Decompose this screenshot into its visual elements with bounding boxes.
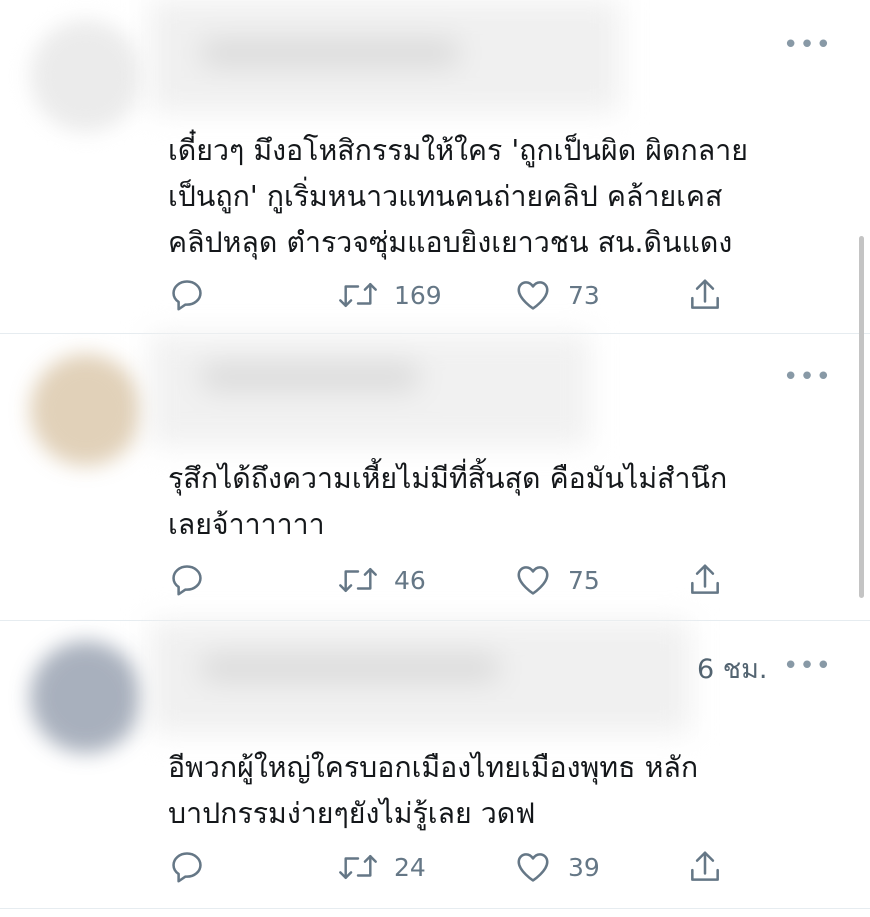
reply-icon (172, 280, 202, 311)
tweet-actions: 24 39 (168, 847, 748, 887)
like-button[interactable]: 75 (514, 560, 600, 600)
avatar[interactable] (30, 20, 142, 132)
tweet-text: อีพวกผู้ใหญ่ใครบอกเมืองไทยเมืองพุทธ หลัก… (168, 745, 838, 837)
avatar[interactable] (30, 641, 142, 753)
reply-tweet-2[interactable]: ••• รุสึกได้ถึงความเหี้ยไม่มีที่สิ้นสุด … (0, 334, 870, 620)
like-icon (517, 281, 549, 310)
reply-tweet-1[interactable]: ••• เดี๋ยวๆ มึงอโหสิกรรมให้ใคร 'ถูกเป็นผ… (0, 0, 870, 333)
share-icon (691, 279, 719, 309)
tweet-text-line: รุสึกได้ถึงความเหี้ยไม่มีที่สิ้นสุด คือม… (168, 462, 728, 495)
retweet-icon (339, 283, 377, 307)
tweet-text-line: บาปกรรมง่ายๆยังไม่รู้เลย วดฟ (168, 797, 536, 830)
reply-button[interactable] (168, 275, 206, 315)
share-button[interactable] (686, 847, 724, 887)
tweet-actions: 46 75 (168, 560, 748, 600)
tweet-actions: 169 73 (168, 275, 748, 315)
retweet-count: 46 (394, 565, 426, 595)
retweet-count: 24 (394, 852, 426, 882)
retweet-count: 169 (394, 280, 442, 310)
reply-tweet-3[interactable]: 6 ชม. ••• อีพวกผู้ใหญ่ใครบอกเมืองไทยเมือ… (0, 621, 870, 908)
like-count: 75 (568, 565, 600, 595)
share-icon (691, 851, 719, 881)
share-button[interactable] (686, 275, 724, 315)
like-count: 73 (568, 280, 600, 310)
reply-icon (172, 565, 202, 596)
retweet-button[interactable]: 46 (338, 560, 426, 600)
like-icon (517, 853, 549, 882)
retweet-icon (339, 855, 377, 880)
tweet-text-line: เป็นถูก' กูเริ่มหนาวแทนคนถ่ายคลิป คล้ายเ… (168, 180, 723, 213)
avatar[interactable] (30, 354, 142, 466)
tweet-text-line: เดี๋ยวๆ มึงอโหสิกรรมให้ใคร 'ถูกเป็นผิด ผ… (168, 134, 748, 167)
tweet-timestamp[interactable]: 6 ชม. (697, 647, 767, 690)
retweet-button[interactable]: 24 (338, 847, 426, 887)
tweet-text: เดี๋ยวๆ มึงอโหสิกรรมให้ใคร 'ถูกเป็นผิด ผ… (168, 128, 838, 266)
tweet-text-line: อีพวกผู้ใหญ่ใครบอกเมืองไทยเมืองพุทธ หลัก (168, 751, 699, 784)
tweet-text-line: เลยจ้าาาาาา (168, 508, 325, 541)
like-icon (517, 566, 549, 595)
like-button[interactable]: 73 (514, 275, 600, 315)
like-button[interactable]: 39 (514, 847, 600, 887)
divider (0, 908, 870, 909)
more-options-icon[interactable]: ••• (783, 653, 832, 679)
scrollbar[interactable] (859, 236, 864, 598)
author-header-blurred (150, 0, 620, 112)
author-header-blurred (150, 621, 690, 733)
share-icon (691, 564, 719, 594)
reply-icon (172, 852, 202, 883)
like-count: 39 (568, 852, 600, 882)
reply-button[interactable] (168, 560, 206, 600)
tweet-text: รุสึกได้ถึงความเหี้ยไม่มีที่สิ้นสุด คือม… (168, 456, 838, 548)
retweet-icon (339, 568, 377, 593)
reply-button[interactable] (168, 847, 206, 887)
retweet-button[interactable]: 169 (338, 275, 442, 315)
tweet-text-line: คลิปหลุด ตำรวจซุ่มแอบยิงเยาวชน สน.ดินแดง (168, 226, 733, 259)
share-button[interactable] (686, 560, 724, 600)
more-options-icon[interactable]: ••• (783, 364, 832, 390)
author-header-blurred (150, 334, 590, 446)
more-options-icon[interactable]: ••• (783, 32, 832, 58)
